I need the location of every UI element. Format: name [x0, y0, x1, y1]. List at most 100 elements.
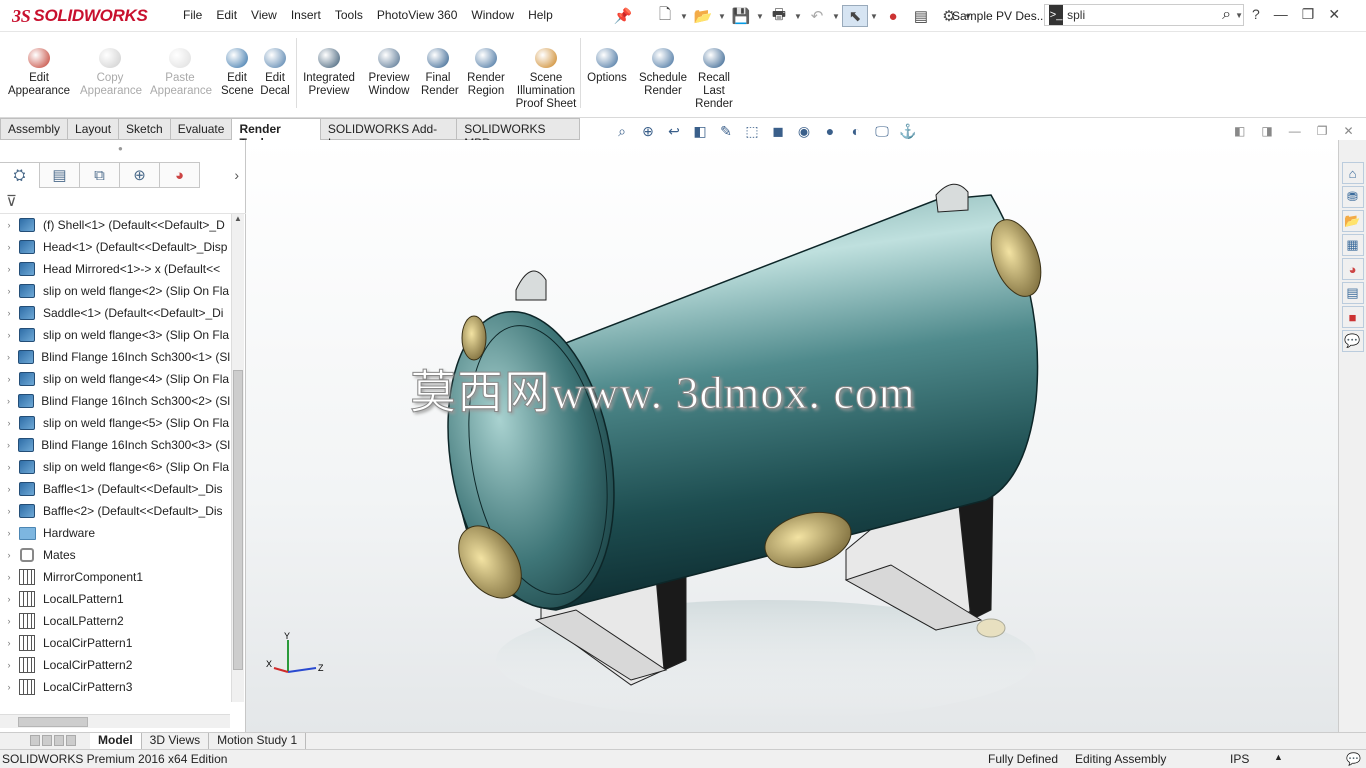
tree-item[interactable]: › slip on weld flange<3> (Slip On Fla — [0, 324, 230, 346]
next-tab-icon[interactable] — [54, 735, 64, 746]
print-icon[interactable]: 🖶 — [766, 5, 792, 27]
hide-show-items-icon[interactable]: ◉ — [794, 121, 814, 141]
expand-toggle-icon[interactable]: › — [0, 374, 18, 384]
menu-tools[interactable]: Tools — [328, 8, 370, 22]
tree-item[interactable]: › slip on weld flange<2> (Slip On Fla — [0, 280, 230, 302]
previous-view-icon[interactable]: ↩ — [664, 121, 684, 141]
integrated-preview-button[interactable]: Integrated Preview — [300, 48, 358, 98]
last-tab-icon[interactable] — [66, 735, 76, 746]
preview-window-button[interactable]: Preview Window — [362, 48, 416, 98]
tab-solidworks-mbd[interactable]: SOLIDWORKS MBD — [457, 118, 580, 150]
tree-horizontal-scrollbar[interactable] — [0, 714, 230, 728]
edit-appearance-button[interactable]: Edit Appearance — [5, 48, 73, 98]
tab-assembly[interactable]: Assembly — [0, 118, 69, 140]
tree-item[interactable]: › Mates — [0, 544, 230, 566]
unit-system-selector[interactable]: IPS — [1230, 752, 1249, 766]
menu-view[interactable]: View — [244, 8, 284, 22]
zoom-to-area-icon[interactable]: ⊕ — [638, 121, 658, 141]
tree-item[interactable]: › LocalCirPattern3 — [0, 676, 230, 698]
tree-vertical-scrollbar[interactable]: ▲ — [231, 214, 244, 702]
options-button[interactable]: Options — [585, 48, 629, 85]
appearances-scenes-icon[interactable]: ◕ — [1341, 258, 1364, 280]
expand-toggle-icon[interactable]: › — [0, 286, 18, 296]
undo-icon[interactable]: ↶ — [804, 5, 830, 27]
expand-toggle-icon[interactable]: › — [0, 660, 18, 670]
expand-toggle-icon[interactable]: › — [0, 440, 17, 450]
menu-help[interactable]: Help — [521, 8, 560, 22]
expand-toggle-icon[interactable]: › — [0, 528, 18, 538]
edit-appearance-hud-icon[interactable]: ● — [820, 121, 840, 141]
menu-photoview-360[interactable]: PhotoView 360 — [370, 8, 465, 22]
schedule-render-button[interactable]: Schedule Render — [634, 48, 692, 98]
display-style-icon[interactable]: ◼ — [768, 121, 788, 141]
expand-toggle-icon[interactable]: › — [0, 330, 18, 340]
expand-toggle-icon[interactable]: › — [0, 242, 18, 252]
expand-toggle-icon[interactable]: › — [0, 572, 18, 582]
dimxpert-tab-icon[interactable]: ⊕ — [120, 162, 160, 188]
tree-item[interactable]: › MirrorComponent1 — [0, 566, 230, 588]
copy-appearance-button[interactable]: Copy Appearance — [80, 48, 142, 98]
viewport-restore-icon[interactable]: ❐ — [1317, 124, 1328, 138]
viewport-left-icon[interactable]: ◧ — [1234, 124, 1245, 138]
panel-grip[interactable]: ● — [118, 144, 123, 153]
save-icon[interactable]: 💾 — [728, 5, 754, 27]
expand-toggle-icon[interactable]: › — [0, 396, 17, 406]
open-folder-icon[interactable]: 📂 — [690, 5, 716, 27]
expand-toggle-icon[interactable]: › — [0, 220, 18, 230]
configuration-manager-tab-icon[interactable]: ⧉ — [80, 162, 120, 188]
restore-icon[interactable]: ❐ — [1302, 6, 1315, 23]
expand-toggle-icon[interactable]: › — [0, 550, 18, 560]
paste-appearance-button[interactable]: Paste Appearance — [150, 48, 212, 98]
menu-insert[interactable]: Insert — [284, 8, 328, 22]
file-explorer-icon[interactable]: 📂 — [1341, 210, 1364, 232]
view-orientation-icon[interactable]: ⬚ — [742, 121, 762, 141]
chevron-down-icon[interactable]: ▼ — [1235, 11, 1243, 20]
display-manager-tab-icon[interactable]: ◕ — [160, 162, 200, 188]
solidworks-resources-home-icon[interactable]: ⌂ — [1341, 162, 1364, 184]
tab-sketch[interactable]: Sketch — [119, 118, 171, 140]
filter-icon[interactable]: ⊽ — [6, 192, 17, 210]
expand-toggle-icon[interactable]: › — [0, 506, 18, 516]
apply-scene-icon[interactable]: ◐ — [846, 121, 866, 141]
tree-item[interactable]: › Baffle<2> (Default<<Default>_Dis — [0, 500, 230, 522]
expand-toggle-icon[interactable]: › — [0, 616, 18, 626]
feature-manager-tab-icon[interactable]: ⛭ — [0, 162, 40, 188]
edit-scene-button[interactable]: Edit Scene — [221, 48, 254, 98]
search-box[interactable]: >_ ⌕ ▼ — [1044, 4, 1244, 26]
viewport-minimize-icon[interactable]: — — [1289, 124, 1301, 138]
quick-tips-icon[interactable]: 💬 — [1346, 752, 1361, 766]
tree-item[interactable]: › LocalCirPattern2 — [0, 654, 230, 676]
tree-item[interactable]: › slip on weld flange<4> (Slip On Fla — [0, 368, 230, 390]
expand-toggle-icon[interactable]: › — [0, 594, 18, 604]
file-properties-icon[interactable]: ▤ — [908, 5, 934, 27]
tab-evaluate[interactable]: Evaluate — [170, 118, 233, 140]
expand-toggle-icon[interactable]: › — [0, 264, 18, 274]
bottom-tab-3d-views[interactable]: 3D Views — [142, 733, 210, 749]
search-icon[interactable]: ⌕ — [1222, 6, 1231, 24]
tree-horizontal-scroll-thumb[interactable] — [18, 717, 88, 727]
view-palette-icon[interactable]: ▦ — [1341, 234, 1364, 256]
dynamic-annotation-icon[interactable]: ✎ — [716, 121, 736, 141]
tree-item[interactable]: › Head Mirrored<1>-> x (Default<< — [0, 258, 230, 280]
new-document-icon[interactable]: 🗋 — [652, 5, 678, 27]
final-render-button[interactable]: Final Render — [421, 48, 459, 98]
view-settings-icon[interactable]: 🖵 — [872, 121, 892, 141]
zoom-to-fit-icon[interactable]: ⌕ — [612, 121, 632, 141]
help-icon[interactable]: ? — [1252, 6, 1260, 23]
flange-nozzle-left[interactable] — [461, 315, 487, 361]
bottom-tab-motion-study-1[interactable]: Motion Study 1 — [209, 733, 307, 749]
forum-chat-icon[interactable]: 💬 — [1341, 330, 1364, 352]
graphics-viewport[interactable]: 莫西网www. 3dmox. com Y Z X — [246, 140, 1338, 732]
expand-toggle-icon[interactable]: › — [0, 682, 18, 692]
tab-render-tools[interactable]: Render Tools — [232, 118, 321, 150]
expand-toggle-icon[interactable]: › — [0, 462, 18, 472]
panel-expand-chevron-icon[interactable]: › — [200, 162, 245, 188]
render-region-button[interactable]: Render Region — [463, 48, 509, 98]
solidworks-logo[interactable]: 3S SOLIDWORKS — [12, 3, 148, 29]
anchor-icon[interactable]: ⚓ — [898, 121, 918, 141]
coordinate-triad[interactable]: Y Z X — [266, 630, 336, 680]
design-library-icon[interactable]: ⛃ — [1341, 186, 1364, 208]
section-view-icon[interactable]: ◧ — [690, 121, 710, 141]
expand-toggle-icon[interactable]: › — [0, 418, 18, 428]
close-icon[interactable]: ✕ — [1328, 6, 1340, 23]
